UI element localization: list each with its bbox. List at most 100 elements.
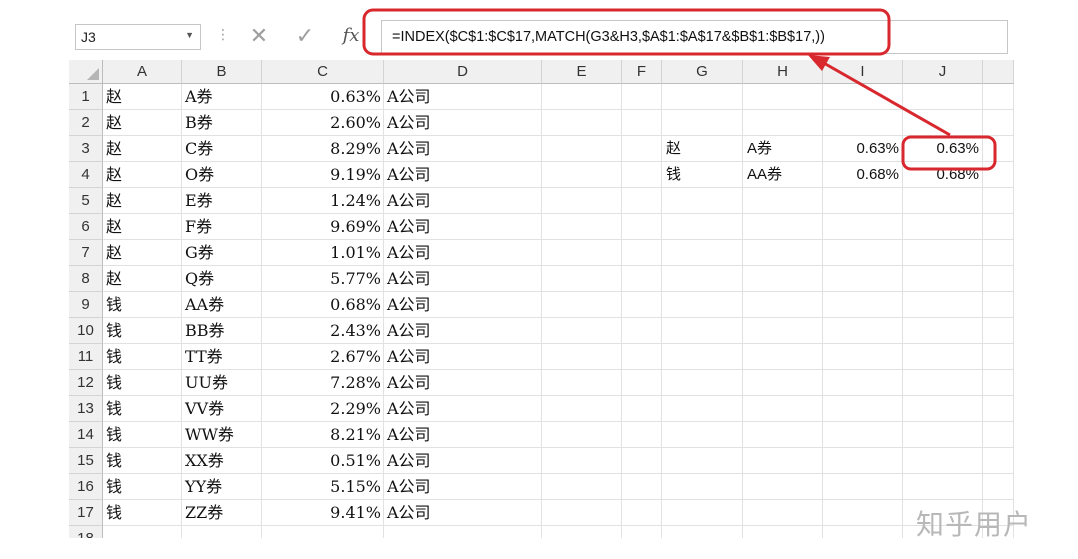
column-header-h[interactable]: H	[743, 60, 823, 84]
cell-d9[interactable]: A公司	[384, 292, 542, 318]
cell-c16[interactable]: 5.15%	[262, 474, 384, 500]
row-header[interactable]: 12	[69, 370, 103, 396]
fx-icon[interactable]: fx	[333, 23, 369, 49]
cell-c4[interactable]: 9.19%	[262, 162, 384, 188]
name-box[interactable]: J3 ▼	[75, 24, 201, 50]
cell-a2[interactable]: 赵	[103, 110, 182, 136]
select-all-corner[interactable]	[69, 60, 103, 84]
cell-b12[interactable]: UU券	[182, 370, 262, 396]
cell-h4[interactable]: AA券	[743, 162, 823, 188]
cell-b13[interactable]: VV券	[182, 396, 262, 422]
cell-b5[interactable]: E券	[182, 188, 262, 214]
cell-b14[interactable]: WW券	[182, 422, 262, 448]
cell-a6[interactable]: 赵	[103, 214, 182, 240]
chevron-down-icon[interactable]: ▼	[185, 30, 194, 40]
cell-g3[interactable]: 赵	[662, 136, 743, 162]
row-header[interactable]: 3	[69, 136, 103, 162]
cell-d16[interactable]: A公司	[384, 474, 542, 500]
column-header-e[interactable]: E	[542, 60, 622, 84]
cell-b9[interactable]: AA券	[182, 292, 262, 318]
cell-b15[interactable]: XX券	[182, 448, 262, 474]
cell-c11[interactable]: 2.67%	[262, 344, 384, 370]
cell-a3[interactable]: 赵	[103, 136, 182, 162]
cell-a16[interactable]: 钱	[103, 474, 182, 500]
cell-a14[interactable]: 钱	[103, 422, 182, 448]
cell-a9[interactable]: 钱	[103, 292, 182, 318]
cell-c7[interactable]: 1.01%	[262, 240, 384, 266]
close-icon[interactable]: ✕	[241, 23, 277, 49]
cell-c1[interactable]: 0.63%	[262, 84, 384, 110]
cell-b16[interactable]: YY券	[182, 474, 262, 500]
row-header[interactable]: 15	[69, 448, 103, 474]
row-header[interactable]: 2	[69, 110, 103, 136]
column-header-b[interactable]: B	[182, 60, 262, 84]
row-header[interactable]: 14	[69, 422, 103, 448]
row-header[interactable]: 4	[69, 162, 103, 188]
cell-d14[interactable]: A公司	[384, 422, 542, 448]
cell-h3[interactable]: A券	[743, 136, 823, 162]
row-header[interactable]: 16	[69, 474, 103, 500]
cell-b6[interactable]: F券	[182, 214, 262, 240]
cell-a8[interactable]: 赵	[103, 266, 182, 292]
cell-d3[interactable]: A公司	[384, 136, 542, 162]
column-header-a[interactable]: A	[103, 60, 182, 84]
column-header-f[interactable]: F	[622, 60, 662, 84]
row-header[interactable]: 5	[69, 188, 103, 214]
cell-c12[interactable]: 7.28%	[262, 370, 384, 396]
row-header[interactable]: 13	[69, 396, 103, 422]
row-header[interactable]: 9	[69, 292, 103, 318]
row-header[interactable]: 1	[69, 84, 103, 110]
cell-d6[interactable]: A公司	[384, 214, 542, 240]
column-header-g[interactable]: G	[662, 60, 743, 84]
cell-c9[interactable]: 0.68%	[262, 292, 384, 318]
cell-a13[interactable]: 钱	[103, 396, 182, 422]
cell-c14[interactable]: 8.21%	[262, 422, 384, 448]
cell-b11[interactable]: TT券	[182, 344, 262, 370]
cell-j4[interactable]: 0.68%	[903, 162, 983, 188]
cell-g4[interactable]: 钱	[662, 162, 743, 188]
cell-b17[interactable]: ZZ券	[182, 500, 262, 526]
cell-i3[interactable]: 0.63%	[823, 136, 903, 162]
row-header[interactable]: 17	[69, 500, 103, 526]
cell-d13[interactable]: A公司	[384, 396, 542, 422]
cell-d2[interactable]: A公司	[384, 110, 542, 136]
column-header-d[interactable]: D	[384, 60, 542, 84]
cell-d4[interactable]: A公司	[384, 162, 542, 188]
cell-d1[interactable]: A公司	[384, 84, 542, 110]
cell-b2[interactable]: B券	[182, 110, 262, 136]
cell-d8[interactable]: A公司	[384, 266, 542, 292]
cell-d7[interactable]: A公司	[384, 240, 542, 266]
cell-c10[interactable]: 2.43%	[262, 318, 384, 344]
cell-a7[interactable]: 赵	[103, 240, 182, 266]
cell-c6[interactable]: 9.69%	[262, 214, 384, 240]
cell-c15[interactable]: 0.51%	[262, 448, 384, 474]
row-header[interactable]: 11	[69, 344, 103, 370]
cell-j3[interactable]: 0.63%	[903, 136, 983, 162]
cell-a15[interactable]: 钱	[103, 448, 182, 474]
row-header[interactable]: 18	[69, 526, 103, 538]
row-header[interactable]: 8	[69, 266, 103, 292]
cell-a17[interactable]: 钱	[103, 500, 182, 526]
row-header[interactable]: 7	[69, 240, 103, 266]
cell-d10[interactable]: A公司	[384, 318, 542, 344]
formula-bar-grip[interactable]: ⋮	[216, 26, 230, 43]
cell-c13[interactable]: 2.29%	[262, 396, 384, 422]
cell-d11[interactable]: A公司	[384, 344, 542, 370]
cell-b10[interactable]: BB券	[182, 318, 262, 344]
row-header[interactable]: 10	[69, 318, 103, 344]
cell-a1[interactable]: 赵	[103, 84, 182, 110]
cell-b7[interactable]: G券	[182, 240, 262, 266]
cell-d5[interactable]: A公司	[384, 188, 542, 214]
cell-i4[interactable]: 0.68%	[823, 162, 903, 188]
cell-c3[interactable]: 8.29%	[262, 136, 384, 162]
cell-d17[interactable]: A公司	[384, 500, 542, 526]
column-header-j[interactable]: J	[903, 60, 983, 84]
column-header-i[interactable]: I	[823, 60, 903, 84]
cell-a5[interactable]: 赵	[103, 188, 182, 214]
column-header-c[interactable]: C	[262, 60, 384, 84]
cell-a11[interactable]: 钱	[103, 344, 182, 370]
cell-b4[interactable]: O券	[182, 162, 262, 188]
cell-c17[interactable]: 9.41%	[262, 500, 384, 526]
cell-a4[interactable]: 赵	[103, 162, 182, 188]
cell-d12[interactable]: A公司	[384, 370, 542, 396]
